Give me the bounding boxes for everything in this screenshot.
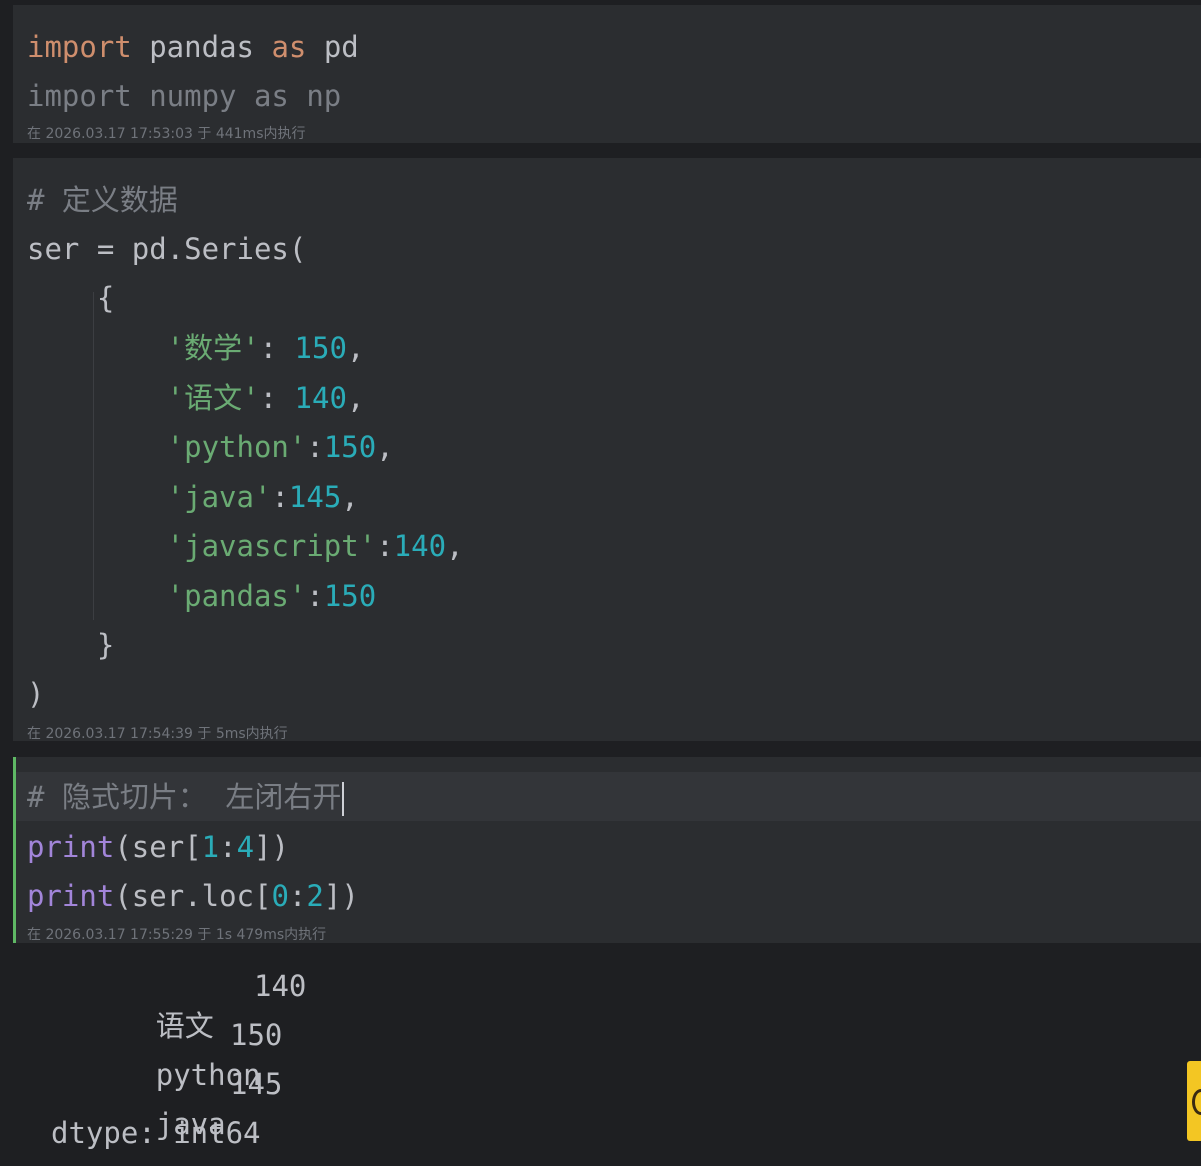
code-token: ,	[346, 331, 365, 365]
code-token: :	[306, 430, 324, 464]
code-line[interactable]: # 定义数据	[27, 180, 178, 220]
code-token: :	[271, 480, 289, 514]
code-token: (ser[	[114, 830, 202, 864]
code-token: ])	[323, 879, 359, 913]
output-row: java 145	[51, 1064, 283, 1141]
code-token: :	[259, 331, 295, 365]
code-token: 150	[294, 331, 347, 365]
code-line[interactable]: )	[27, 674, 44, 714]
code-line[interactable]: {	[27, 278, 114, 318]
code-token: 数学	[184, 331, 243, 365]
code-token: 2	[306, 879, 324, 913]
assistant-icon	[1192, 1089, 1201, 1115]
code-token: 'javascript'	[27, 529, 377, 563]
code-line[interactable]: 'java':145,	[27, 477, 359, 517]
code-token: :	[219, 830, 237, 864]
code-token: as	[271, 30, 307, 64]
output-row-value: 145	[230, 1067, 283, 1101]
code-token: 140	[294, 381, 347, 415]
code-token: '	[242, 381, 260, 415]
code-token: import	[27, 30, 132, 64]
output-row-value: 150	[230, 1018, 283, 1052]
code-token: {	[27, 281, 115, 315]
code-token: ser = pd.Series(	[27, 232, 307, 266]
code-line[interactable]: print(ser.loc[0:2])	[27, 876, 359, 916]
code-token: 'pandas'	[27, 579, 307, 613]
text-caret	[342, 782, 345, 816]
output-row-value: 140	[254, 969, 307, 1003]
code-token: 145	[288, 480, 342, 514]
code-token: 1	[201, 830, 220, 864]
code-token: print	[27, 879, 115, 913]
output-row: python 150	[51, 1015, 283, 1092]
code-line[interactable]: 'javascript':140,	[27, 526, 464, 566]
code-token: )	[27, 677, 45, 711]
code-token: '	[27, 381, 185, 415]
output-row: 语文 140	[51, 966, 307, 1043]
code-cell-slicing[interactable]: # 隐式切片： 左闭右开 print(ser[1:4]) print(ser.l…	[13, 757, 1201, 943]
code-line[interactable]: '数学': 150,	[27, 328, 365, 368]
code-token: 'python'	[27, 430, 307, 464]
code-line[interactable]: '语文': 140,	[27, 378, 365, 418]
code-token: print	[27, 830, 115, 864]
code-token: '	[242, 331, 260, 365]
notebook-editor: import pandas as pd import numpy as np 在…	[0, 0, 1201, 1166]
code-token: #	[27, 183, 62, 217]
code-cell-imports[interactable]: import pandas as pd import numpy as np 在…	[13, 5, 1201, 143]
code-line[interactable]: 'python':150,	[27, 427, 394, 467]
code-token: ])	[254, 830, 289, 864]
code-token: 140	[393, 529, 447, 563]
code-token: :	[288, 879, 307, 913]
code-token: 语文	[184, 381, 243, 415]
execution-status: 在 2026.03.17 17:53:03 于 441ms内执行	[27, 126, 306, 142]
code-token: pandas	[131, 30, 272, 64]
code-line[interactable]: ser = pd.Series(	[27, 229, 306, 269]
code-token: ,	[446, 529, 464, 563]
code-line[interactable]: import pandas as pd	[27, 27, 359, 67]
code-token: }	[27, 628, 115, 662]
code-line[interactable]: # 隐式切片： 左闭右开	[27, 777, 345, 817]
code-line[interactable]: 'pandas':150	[27, 576, 377, 616]
execution-status: 在 2026.03.17 17:55:29 于 1s 479ms内执行	[27, 927, 327, 943]
code-token: 150	[323, 430, 377, 464]
code-token: 150	[323, 579, 377, 613]
code-token: ,	[346, 381, 365, 415]
code-token: pd	[306, 30, 359, 64]
code-token: :	[306, 579, 324, 613]
code-line[interactable]: import numpy as np	[27, 76, 341, 116]
code-token: :	[259, 381, 295, 415]
execution-status: 在 2026.03.17 17:54:39 于 5ms内执行	[27, 726, 288, 742]
code-token: 4	[236, 830, 255, 864]
code-token: import numpy as np	[27, 79, 342, 113]
code-token: #	[27, 780, 62, 814]
code-token: (ser.loc[	[114, 879, 272, 913]
code-token: :	[376, 529, 394, 563]
assistant-widget-button[interactable]	[1187, 1061, 1201, 1141]
code-line[interactable]: print(ser[1:4])	[27, 827, 289, 867]
output-dtype: dtype: int64	[51, 1116, 261, 1150]
code-line[interactable]: }	[27, 625, 114, 665]
code-token: 0	[271, 879, 289, 913]
code-token: '	[27, 331, 185, 365]
code-token: 'java'	[27, 480, 272, 514]
code-token: 隐式切片： 左闭右开	[61, 780, 342, 814]
code-token: 定义数据	[61, 183, 178, 217]
code-cell-define-series[interactable]: # 定义数据 ser = pd.Series( { '数学': 150, '语文…	[13, 158, 1201, 742]
code-token: ,	[341, 480, 359, 514]
code-token: ,	[376, 430, 394, 464]
